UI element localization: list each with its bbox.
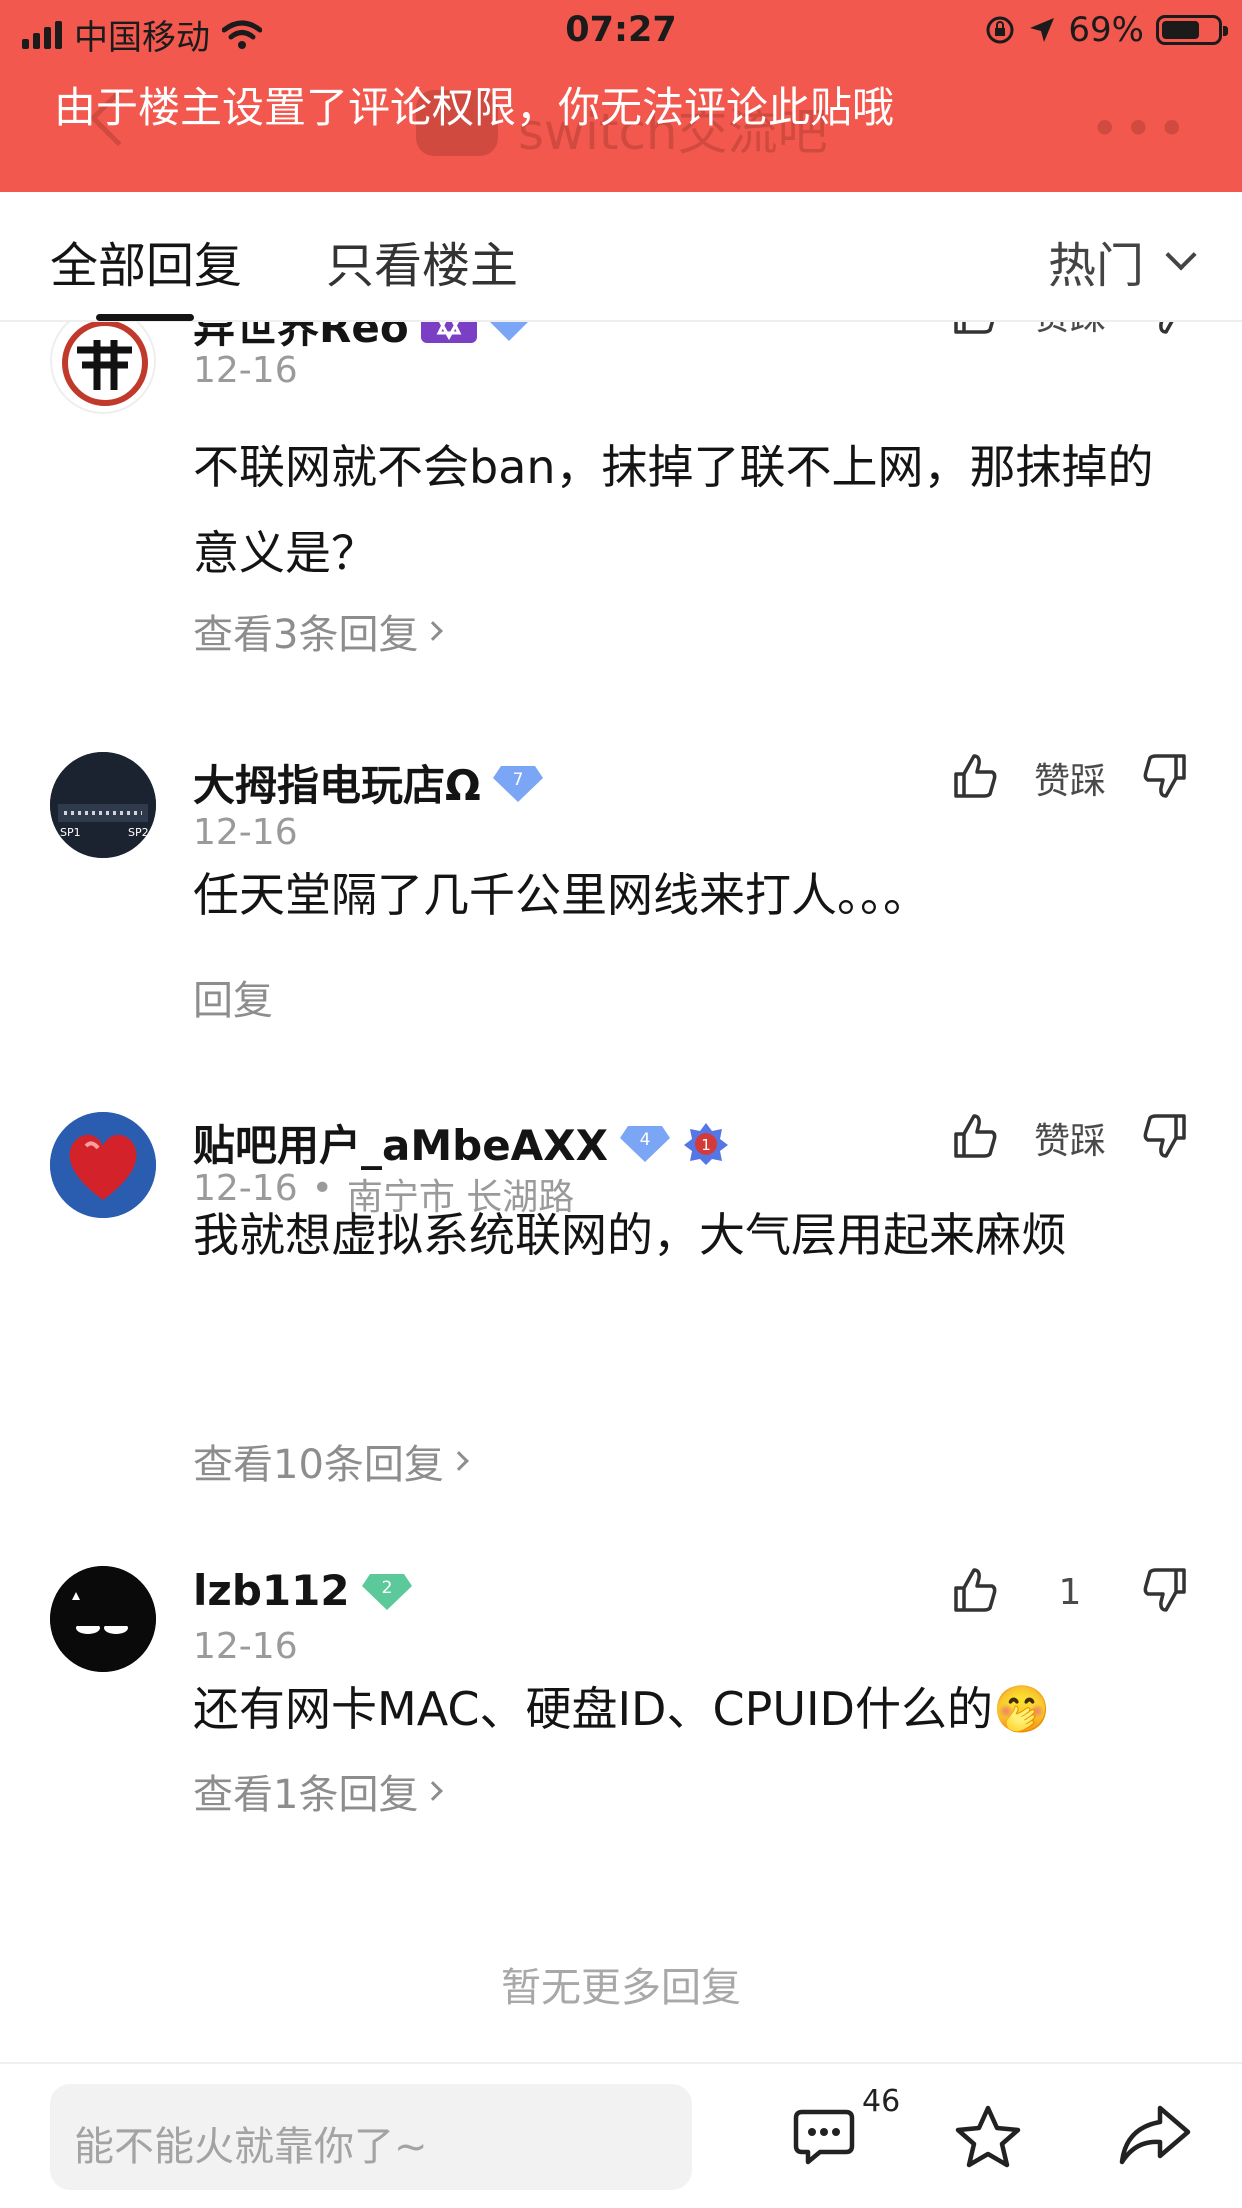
svg-text:2: 2 <box>381 1578 392 1598</box>
reply-tabs: 全部回复 只看楼主 热门 <box>0 192 1242 322</box>
like-count: 1 <box>1058 1571 1082 1613</box>
comment-input[interactable]: 能不能火就靠你了~ <box>50 2084 692 2190</box>
dislike-icon[interactable] <box>1142 322 1190 340</box>
reply-text: 任天堂隔了几千公里网线来打人。。。 <box>193 868 929 922</box>
level-badge-icon: 7 <box>492 762 543 804</box>
level-badge-icon: 4 <box>619 1122 670 1164</box>
favorite-star-icon[interactable] <box>954 2104 1022 2172</box>
view-replies-label: 查看1条回复 <box>193 1772 419 1818</box>
chevron-right-icon <box>449 1451 469 1471</box>
permission-notice-text: 由于楼主设置了评论权限，你无法评论此贴哦 <box>54 83 895 132</box>
dislike-icon[interactable] <box>1142 752 1190 804</box>
reply-text-content: 还有网卡MAC、硬盘ID、CPUID什么的 <box>193 1682 993 1736</box>
like-label: 赞踩 <box>1034 322 1106 340</box>
reply-date: 12-16 <box>193 350 298 391</box>
like-icon[interactable] <box>950 752 998 804</box>
reply-text: 不联网就不会ban，抹掉了联不上网，那抹掉的意义是？ <box>193 440 1154 580</box>
permission-notice-banner: 中国移动 07:27 69% switch交流吧 ••• 由于楼主设置了评论权限… <box>0 0 1242 192</box>
username[interactable]: lzb112 <box>193 1566 350 1615</box>
avatar[interactable] <box>50 322 156 414</box>
chevron-down-icon <box>1165 239 1197 271</box>
reply-link[interactable]: 回复 <box>193 968 273 1026</box>
username[interactable]: 贴吧用户_aMbeAXX <box>193 1112 608 1173</box>
svg-text:7: 7 <box>512 770 523 790</box>
like-icon[interactable] <box>950 1566 998 1618</box>
level-badge-icon <box>489 322 529 343</box>
active-tab-indicator <box>96 314 194 321</box>
location-icon <box>1030 18 1055 42</box>
status-bar: 中国移动 07:27 69% <box>0 0 1242 62</box>
like-label: 赞踩 <box>1033 761 1106 802</box>
avatar[interactable] <box>50 1566 156 1672</box>
more-icon: ••• <box>1090 100 1191 158</box>
svg-text:SP1: SP1 <box>60 826 81 839</box>
rotation-lock-icon <box>986 16 1014 44</box>
battery-percent: 69% <box>1068 10 1144 50</box>
view-replies-link[interactable]: 查看1条回复 <box>193 1762 444 1820</box>
svg-text:1: 1 <box>701 1136 711 1154</box>
like-icon[interactable] <box>950 322 998 340</box>
no-more-replies: 暂无更多回复 <box>501 1965 741 2011</box>
battery-icon <box>1156 15 1228 45</box>
bottom-bar: 能不能火就靠你了~ 46 <box>0 2062 1242 2208</box>
sort-label: 热门 <box>1047 238 1144 294</box>
tab-all-replies[interactable]: 全部回复 <box>50 226 242 296</box>
avatar[interactable]: SP1 SP2 <box>50 752 156 858</box>
reply-label: 回复 <box>193 978 273 1024</box>
dislike-icon[interactable] <box>1142 1112 1190 1164</box>
view-replies-label: 查看3条回复 <box>193 612 419 658</box>
comment-count: 46 <box>862 2084 901 2119</box>
tab-op-only[interactable]: 只看楼主 <box>326 226 518 296</box>
like-icon[interactable] <box>950 1112 998 1164</box>
reply-list: 异世界Reo 12-16 赞踩 不联网就不会ban，抹掉了联不上网，那抹掉的意义… <box>0 322 1242 2062</box>
view-replies-label: 查看10条回复 <box>193 1442 444 1488</box>
comment-icon[interactable] <box>792 2104 856 2172</box>
member-badge-icon <box>420 322 477 345</box>
sort-dropdown[interactable]: 热门 <box>1047 226 1197 296</box>
svg-text:4: 4 <box>640 1130 651 1150</box>
svg-text:SP2: SP2 <box>128 826 149 839</box>
reply-date: 12-16 <box>193 812 298 853</box>
username[interactable]: 大拇指电玩店Ω <box>193 752 481 813</box>
reply-text: 我就想虚拟系统联网的，大气层用起来麻烦 <box>193 1208 1067 1262</box>
avatar[interactable] <box>50 1112 156 1218</box>
reply-text: 还有网卡MAC、硬盘ID、CPUID什么的🤭 <box>193 1666 1183 1752</box>
emoji-icon: 🤭 <box>992 1682 1051 1736</box>
dislike-icon[interactable] <box>1142 1566 1190 1618</box>
like-label: 赞踩 <box>1033 1121 1106 1162</box>
reply-date: 12-16 <box>193 1626 298 1667</box>
level-badge-icon: 2 <box>361 1570 412 1612</box>
chevron-right-icon <box>423 621 444 641</box>
rank-badge-icon: 1 <box>682 1121 730 1165</box>
share-icon[interactable] <box>1118 2104 1192 2170</box>
chevron-right-icon <box>423 1781 444 1801</box>
view-replies-link[interactable]: 查看3条回复 <box>193 602 444 660</box>
view-replies-link[interactable]: 查看10条回复 <box>193 1432 469 1490</box>
